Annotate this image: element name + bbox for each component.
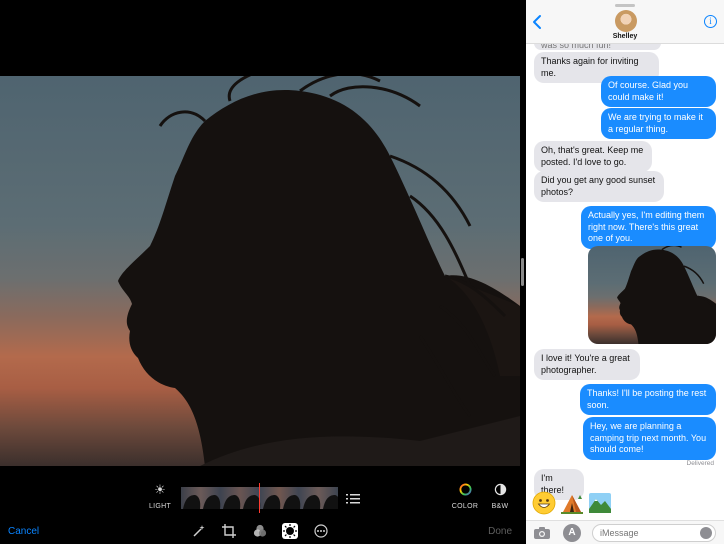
message-bubble-outgoing[interactable]: Of course. Glad you could make it!	[601, 76, 716, 107]
bw-tool[interactable]: B&W	[480, 483, 520, 510]
light-label: LIGHT	[148, 503, 172, 510]
filters-icon[interactable]	[252, 523, 268, 539]
sunset-portrait-thumbnail	[588, 246, 716, 344]
sun-icon: ☀	[154, 482, 166, 497]
slide-over-grabber[interactable]	[615, 4, 635, 7]
messages-pane: Shelley i was so much fun! Thanks again …	[526, 0, 724, 544]
sunset-portrait-photo	[0, 76, 520, 466]
more-icon[interactable]	[313, 523, 329, 539]
color-wheel-icon	[445, 483, 485, 497]
filmstrip-position-needle[interactable]	[259, 483, 260, 513]
message-bubble-incoming[interactable]: Oh, that's great. Keep me posted. I'd lo…	[534, 141, 652, 172]
delivered-status: Delivered	[686, 460, 714, 467]
conversation-header: Shelley i	[526, 0, 724, 44]
adjustment-filmstrip-bar: ☀ LIGHT COLOR B&W	[0, 483, 520, 517]
magic-wand-icon[interactable]	[191, 523, 207, 539]
photos-edit-toolbar: Cancel Done	[0, 520, 520, 544]
bw-label: B&W	[491, 503, 509, 510]
color-label: COLOR	[451, 503, 479, 510]
mountain-landscape-sticker[interactable]	[588, 491, 612, 515]
info-icon[interactable]: i	[704, 15, 717, 28]
message-bubble-outgoing[interactable]: Thanks! I'll be posting the rest soon.	[580, 384, 716, 415]
message-bubble-outgoing[interactable]: We are trying to make it a regular thing…	[601, 108, 716, 139]
back-chevron-icon[interactable]	[532, 14, 542, 30]
microphone-icon[interactable]	[700, 527, 712, 539]
camera-icon[interactable]	[533, 526, 551, 540]
adjust-icon[interactable]	[282, 523, 298, 539]
app-store-icon[interactable]: A	[563, 524, 581, 542]
half-circle-icon	[480, 483, 520, 497]
message-bubble-incoming[interactable]: Did you get any good sunset photos?	[534, 171, 664, 202]
crop-icon[interactable]	[221, 523, 237, 539]
split-view-drag-handle[interactable]	[521, 258, 524, 286]
imessage-input[interactable]	[592, 524, 716, 542]
list-icon[interactable]	[346, 492, 360, 504]
smiley-emoji-sticker[interactable]	[532, 491, 556, 515]
photos-editor-pane: ☀ LIGHT COLOR B&W Cancel Done	[0, 0, 520, 544]
contact-name[interactable]: Shelley	[526, 33, 724, 40]
photo-canvas[interactable]	[0, 76, 520, 466]
compose-bar: A	[526, 520, 724, 544]
message-bubble-incoming[interactable]: I love it! You're a great photographer.	[534, 349, 640, 380]
cancel-button[interactable]: Cancel	[8, 526, 39, 537]
light-tool[interactable]: ☀ LIGHT	[140, 482, 180, 511]
sticker-row	[532, 491, 652, 517]
contact-avatar[interactable]	[615, 10, 637, 32]
message-bubble-outgoing[interactable]: Hey, we are planning a camping trip next…	[583, 417, 716, 460]
message-bubble-outgoing[interactable]: Actually yes, I'm editing them right now…	[581, 206, 716, 249]
camping-tent-sticker[interactable]	[560, 491, 584, 515]
color-tool[interactable]: COLOR	[445, 483, 485, 510]
photo-attachment[interactable]	[588, 246, 716, 344]
done-button[interactable]: Done	[488, 526, 512, 537]
